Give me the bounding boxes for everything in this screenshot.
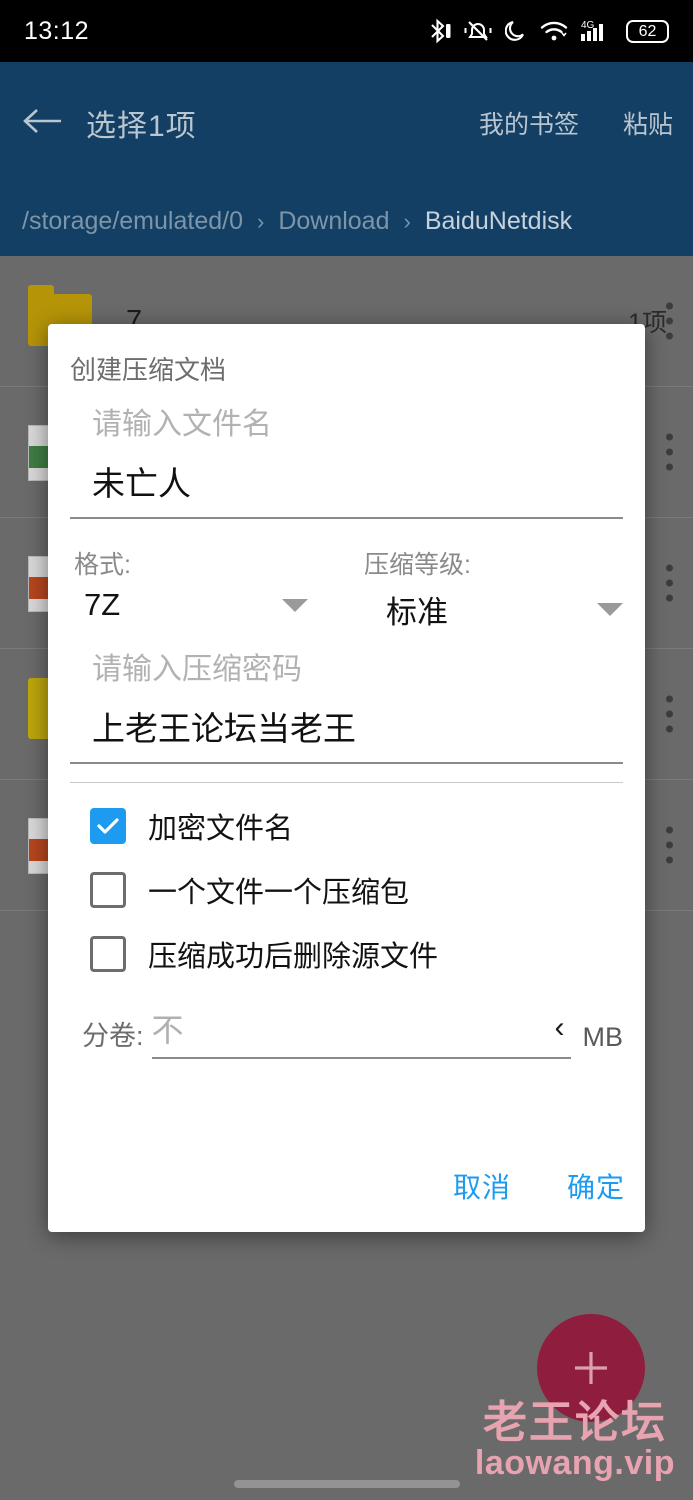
password-input[interactable]: 上老王论坛当老王 [70, 688, 623, 764]
dialog-body: 请输入文件名 未亡人 格式: 7Z 压缩等级: 标准 请输入压缩密码 上老王论坛… [48, 399, 645, 1059]
volume-unit: MB [582, 1022, 624, 1052]
checkbox-row-encrypt-filenames[interactable]: 加密文件名 [70, 783, 623, 847]
compression-level-select[interactable]: 压缩等级: 标准 [308, 545, 623, 632]
checkbox-label: 一个文件一个压缩包 [148, 877, 410, 909]
checkbox-delete-source-after[interactable] [90, 936, 126, 972]
password-field[interactable]: 请输入压缩密码 上老王论坛当老王 [70, 644, 623, 764]
filename-input[interactable]: 未亡人 [70, 443, 623, 519]
volume-label: 分卷: [82, 1021, 144, 1051]
format-select[interactable]: 格式: 7Z [70, 545, 308, 632]
dialog-title: 创建压缩文档 [70, 355, 227, 385]
filename-placeholder: 请输入文件名 [92, 408, 272, 441]
dialog-actions: 取消 确定 [453, 1166, 625, 1206]
volume-value: 不 [151, 1012, 184, 1048]
checkbox-label: 加密文件名 [148, 813, 294, 845]
checkbox-row-one-archive-per-file[interactable]: 一个文件一个压缩包 [70, 847, 623, 911]
checkbox-encrypt-filenames[interactable] [90, 808, 126, 844]
compression-level-value: 标准 [386, 595, 448, 630]
cancel-button[interactable]: 取消 [453, 1166, 511, 1206]
checkbox-row-delete-source-after[interactable]: 压缩成功后删除源文件 [70, 911, 623, 975]
password-placeholder: 请输入压缩密码 [92, 653, 302, 686]
compression-level-label: 压缩等级: [364, 551, 471, 579]
volume-input[interactable]: 不 ‹ [151, 1005, 571, 1059]
archive-options-row: 格式: 7Z 压缩等级: 标准 [70, 545, 623, 632]
confirm-button[interactable]: 确定 [567, 1166, 625, 1206]
volume-split-row: 分卷: 不 ‹ MB [70, 975, 623, 1059]
checkbox-label: 压缩成功后删除源文件 [148, 941, 439, 973]
chevron-down-icon[interactable] [597, 603, 623, 616]
phone-screen: 13:12 4G 62 选择1项 我的书签 粘贴 /storage/emulat… [0, 0, 693, 1500]
create-archive-dialog: 创建压缩文档 请输入文件名 未亡人 格式: 7Z 压缩等级: 标准 请输入压缩密… [48, 324, 645, 1232]
filename-field[interactable]: 请输入文件名 未亡人 [70, 399, 623, 519]
chevron-left-icon[interactable]: ‹ [555, 1011, 571, 1045]
format-label: 格式: [74, 551, 131, 579]
checkbox-one-archive-per-file[interactable] [90, 872, 126, 908]
format-value: 7Z [84, 587, 121, 622]
chevron-down-icon[interactable] [282, 598, 308, 612]
